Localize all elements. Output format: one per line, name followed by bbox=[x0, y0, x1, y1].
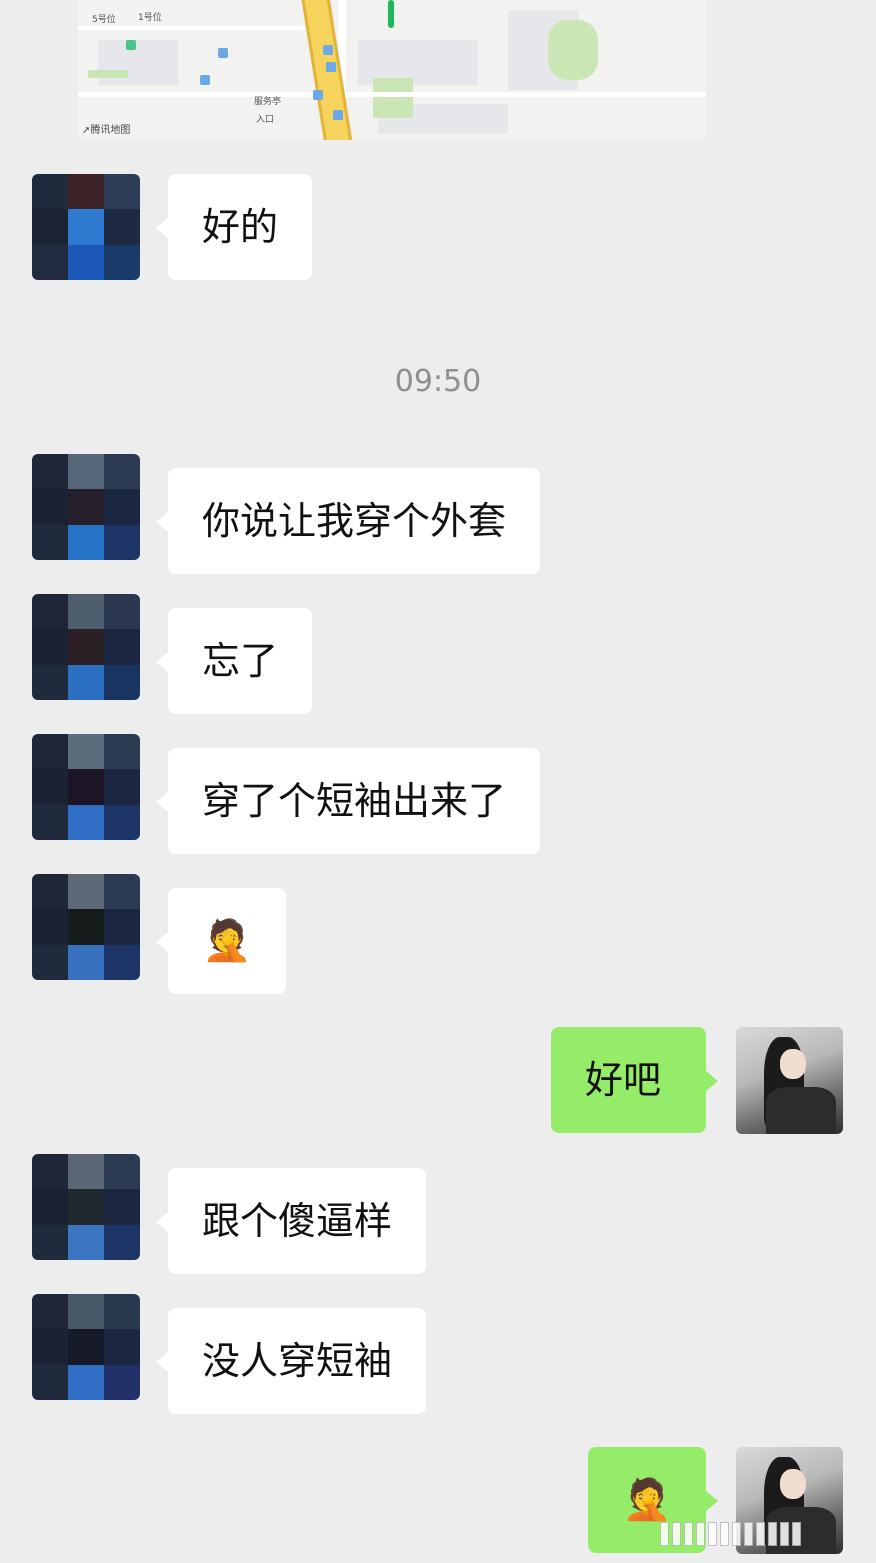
contact-avatar[interactable] bbox=[32, 594, 140, 700]
map-label: 5号位 bbox=[92, 15, 116, 25]
message-bubble-incoming[interactable]: 🤦 bbox=[156, 888, 286, 994]
message-bubble-outgoing[interactable]: 好吧 bbox=[551, 1027, 718, 1133]
user-avatar[interactable] bbox=[736, 1027, 843, 1134]
map-label: 服务亭 bbox=[254, 97, 282, 107]
route-line bbox=[388, 0, 394, 28]
message-bubble-incoming[interactable]: 跟个傻逼样 bbox=[155, 1168, 427, 1274]
map-credit: ➚腾讯地图 bbox=[82, 125, 131, 136]
contact-avatar[interactable] bbox=[32, 1294, 140, 1400]
message-bubble-incoming[interactable]: 穿了个短袖出来了 bbox=[155, 748, 541, 854]
facepalm-emoji-icon: 🤦 bbox=[622, 1477, 672, 1523]
facepalm-emoji-icon: 🤦 bbox=[202, 918, 252, 964]
message-bubble-incoming[interactable]: 你说让我穿个外套 bbox=[155, 468, 541, 574]
map-label: 1号位 bbox=[138, 13, 162, 23]
contact-avatar[interactable] bbox=[32, 874, 140, 980]
message-bubble-incoming[interactable]: 忘了 bbox=[155, 608, 313, 714]
location-map-card[interactable]: 5号位 1号位 服务亭 入口 ➚腾讯地图 bbox=[78, 0, 706, 140]
message-bubble-incoming[interactable]: 好的 bbox=[155, 174, 313, 280]
message-timestamp: 09:50 bbox=[394, 364, 482, 399]
watermark bbox=[660, 1520, 850, 1548]
map-label: 入口 bbox=[256, 115, 275, 125]
contact-avatar[interactable] bbox=[32, 734, 140, 840]
contact-avatar[interactable] bbox=[32, 1154, 140, 1260]
contact-avatar[interactable] bbox=[32, 174, 140, 280]
contact-avatar[interactable] bbox=[32, 454, 140, 560]
message-bubble-incoming[interactable]: 没人穿短袖 bbox=[155, 1308, 427, 1414]
